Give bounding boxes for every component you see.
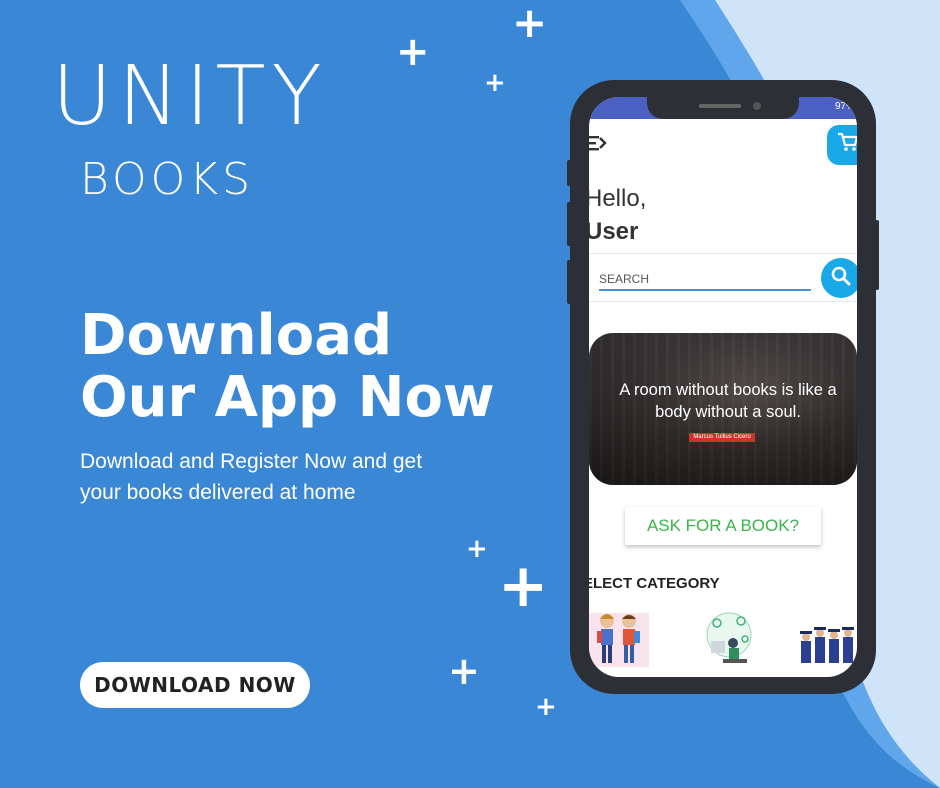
plus-icon: + — [498, 551, 549, 621]
quote-banner: A room without books is like a body with… — [589, 333, 857, 485]
phone-power-button — [875, 220, 879, 290]
user-name: User — [589, 218, 639, 245]
plus-icon: + — [535, 692, 557, 722]
phone-volume-button — [567, 260, 571, 304]
graduation-category-image[interactable] — [799, 607, 857, 671]
tech-category-image[interactable] — [701, 607, 757, 671]
plus-icon: + — [448, 649, 480, 693]
search-button[interactable] — [821, 258, 857, 298]
search-icon — [831, 266, 851, 291]
plus-icon: + — [484, 68, 506, 98]
phone-volume-button — [567, 202, 571, 246]
ask-for-book-button[interactable]: ASK FOR A BOOK? — [625, 507, 821, 545]
phone-notch — [647, 97, 799, 119]
greeting: Hello, — [589, 185, 647, 212]
category-title: ELECT CATEGORY — [589, 575, 720, 592]
banner-quote: A room without books is like a body with… — [619, 381, 837, 421]
battery-status: 97% — [834, 101, 855, 112]
plus-icon: + — [512, 0, 548, 47]
menu-icon[interactable] — [589, 133, 609, 158]
cart-button[interactable] — [827, 125, 857, 165]
banner-attribution: Marcus Tullius Cicero — [689, 433, 755, 442]
download-now-button[interactable]: DOWNLOAD NOW — [80, 662, 310, 708]
phone-mockup: 97% Hello, User SEARCH A room without bo… — [567, 80, 879, 694]
camera — [753, 102, 761, 110]
brand-logo-books: BOOKS — [80, 154, 255, 205]
headline: Download Our App Now — [80, 303, 495, 430]
plus-icon: + — [396, 29, 430, 75]
divider — [589, 301, 857, 302]
kids-category-image[interactable] — [589, 607, 649, 671]
search-input[interactable] — [599, 269, 811, 291]
divider — [589, 253, 857, 254]
cart-icon — [837, 132, 857, 158]
speaker — [699, 104, 741, 108]
subheadline: Download and Register Now and get your b… — [80, 450, 423, 504]
phone-volume-button — [567, 160, 571, 186]
phone-screen: 97% Hello, User SEARCH A room without bo… — [589, 97, 857, 677]
brand-logo-unity: UNITY — [52, 49, 328, 144]
plus-icon: + — [466, 534, 488, 564]
